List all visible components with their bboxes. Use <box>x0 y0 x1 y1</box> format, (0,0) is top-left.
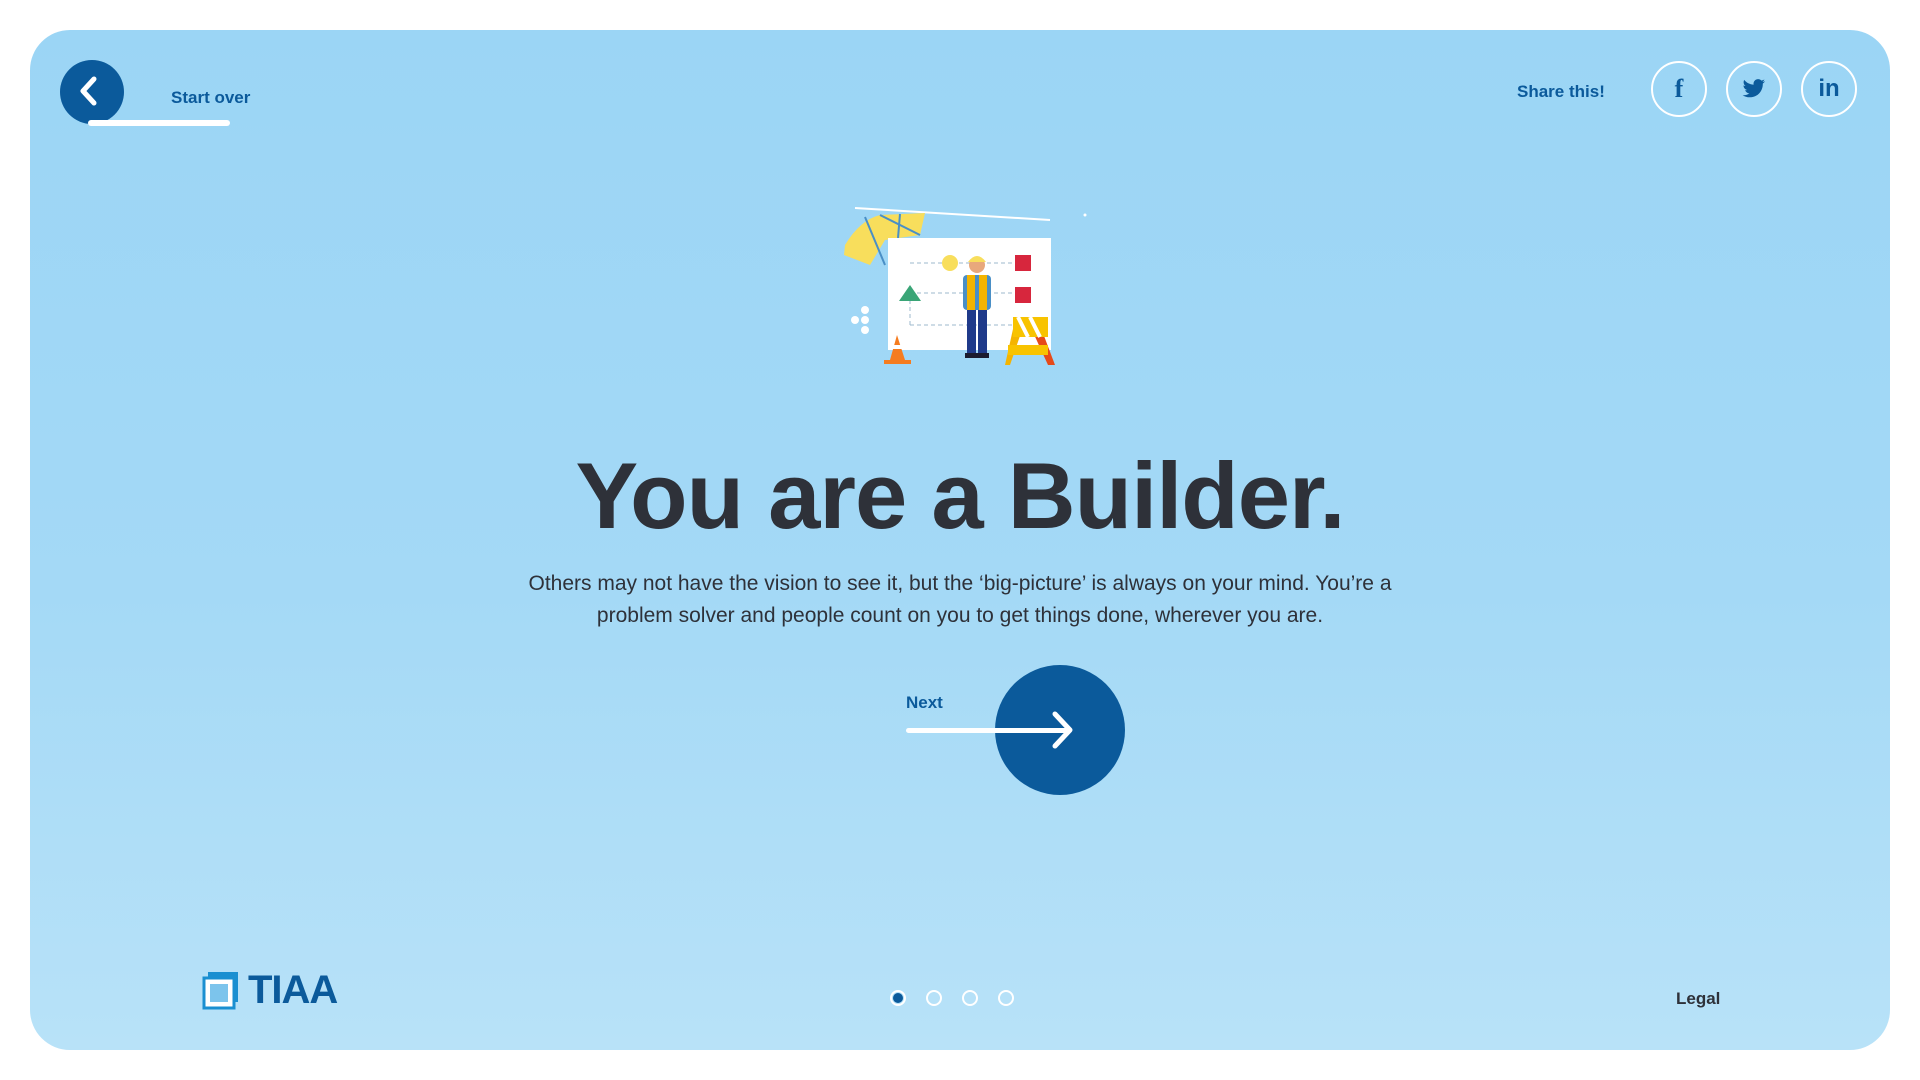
arrow-left-icon <box>80 76 97 106</box>
pagination-dot-4[interactable] <box>998 990 1014 1006</box>
legal-link[interactable]: Legal <box>1676 989 1720 1009</box>
pagination-dot-1[interactable] <box>890 990 906 1006</box>
start-over-label: Start over <box>171 88 251 107</box>
tiaa-logo-text: TIAA <box>248 967 338 1012</box>
linkedin-icon: in <box>1818 75 1840 102</box>
next-line <box>906 728 1068 733</box>
facebook-share-button[interactable]: f <box>1651 61 1707 117</box>
pagination-dots <box>890 990 1014 1006</box>
next-button[interactable]: Next <box>875 665 1155 805</box>
twitter-share-button[interactable] <box>1726 61 1782 117</box>
facebook-icon: f <box>1674 74 1684 103</box>
start-over-button[interactable]: Start over <box>60 60 260 130</box>
share-label: Share this! <box>1517 82 1605 101</box>
next-label: Next <box>906 693 943 712</box>
back-line <box>88 120 230 126</box>
twitter-icon <box>1742 79 1766 98</box>
arrow-right-icon <box>1052 711 1073 749</box>
linkedin-share-button[interactable]: in <box>1801 61 1857 117</box>
result-card: Start over Share this! f in You are a Bu… <box>30 30 1890 1050</box>
page-title: You are a Builder. <box>575 443 1345 548</box>
pagination-dot-2[interactable] <box>926 990 942 1006</box>
tiaa-logo-mark-icon <box>202 972 238 1010</box>
builder-construction-icon <box>844 207 1087 365</box>
tiaa-logo[interactable]: TIAA <box>202 967 338 1012</box>
result-description: Others may not have the vision to see it… <box>528 572 1392 627</box>
pagination-dot-3[interactable] <box>962 990 978 1006</box>
